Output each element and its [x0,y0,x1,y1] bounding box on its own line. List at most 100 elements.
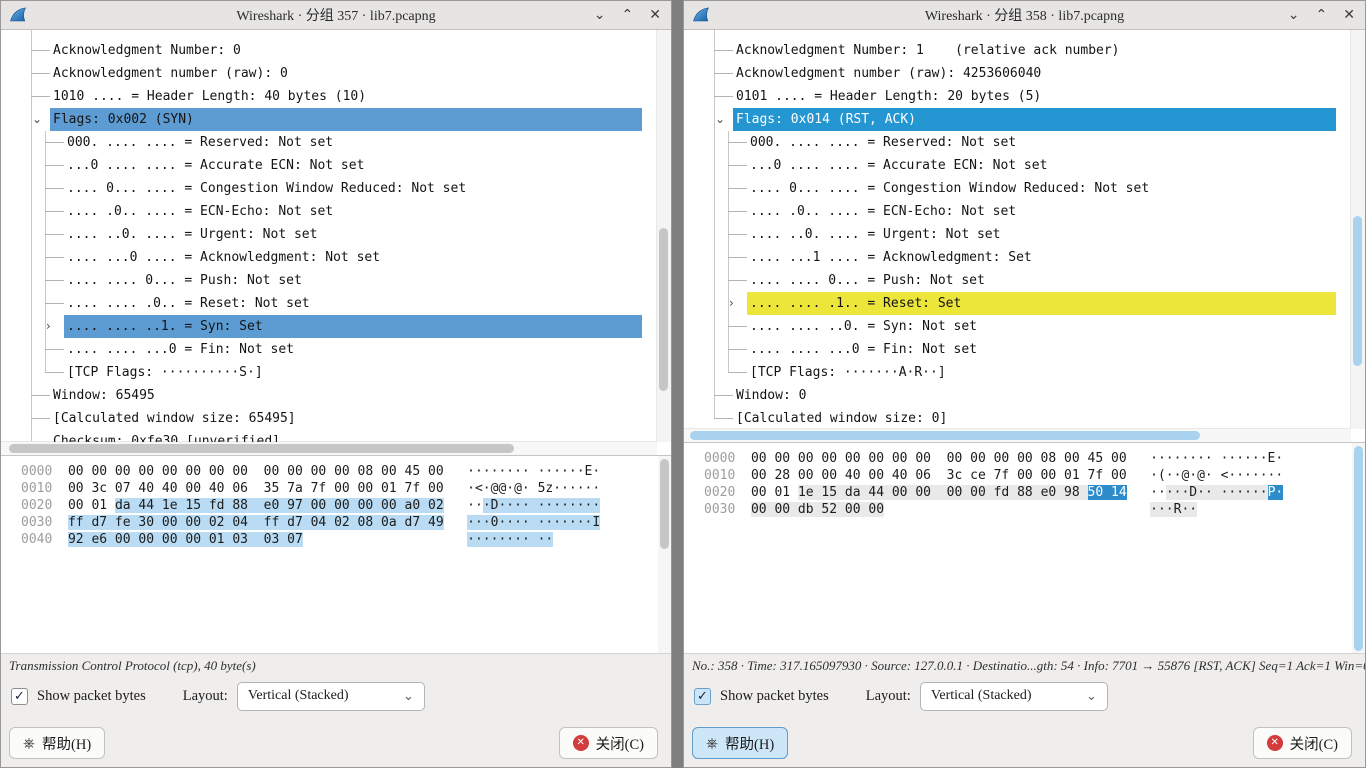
tree-row[interactable]: [TCP Flags: ·······A·R··] [684,361,1351,384]
scrollbar-thumb[interactable] [9,444,514,453]
help-icon: ⎈ [706,736,718,751]
tree-row-text: [Calculated window size: 65495] [53,411,296,426]
close-icon[interactable]: ✕ [1343,7,1355,23]
tree-row[interactable]: .... .... 0... = Push: Not set [1,269,657,292]
tree-row[interactable]: .... .0.. .... = ECN-Echo: Not set [1,200,657,223]
tree-horizontal-scrollbar[interactable] [684,428,1351,442]
hex-bytes: ···D·· ······ [1166,485,1268,500]
expander-icon[interactable]: › [729,292,734,315]
tree-row[interactable]: .... .... .0.. = Reset: Not set [1,292,657,315]
maximize-icon[interactable]: ⌃ [622,7,634,23]
tree-row[interactable]: [Calculated window size: 65495] [1,407,657,430]
layout-dropdown[interactable]: Vertical (Stacked) ⌄ [920,682,1108,711]
tree-row-text: .... .... ..0. = Syn: Not set [750,319,977,334]
expander-icon[interactable]: ⌄ [32,108,42,131]
tree-row[interactable]: .... .... ..0. = Syn: Not set [684,315,1351,338]
check-icon: ✓ [697,690,708,703]
tree-row[interactable]: 1010 .... = Header Length: 40 bytes (10) [1,85,657,108]
tree-row[interactable]: 000. .... .... = Reserved: Not set [1,131,657,154]
packet-bytes-pane[interactable]: 0000 00 00 00 00 00 00 00 00 00 00 00 00… [684,443,1365,654]
hex-row[interactable]: 0030 ff d7 fe 30 00 00 02 04 ff d7 04 02… [21,514,671,531]
show-packet-bytes-label: Show packet bytes [720,688,829,705]
tree-row[interactable]: .... ..0. .... = Urgent: Not set [1,223,657,246]
tree-row[interactable]: ›.... .... .1.. = Reset: Set [684,292,1351,315]
titlebar[interactable]: Wireshark · 分组 358 · lib7.pcapng ⌄ ⌃ ✕ [684,1,1365,30]
tree-scroll-area[interactable]: Acknowledgment Number: 0Acknowledgment n… [1,30,657,442]
tree-row-text: 000. .... .... = Reserved: Not set [67,135,333,150]
close-icon[interactable]: ✕ [649,7,661,23]
hex-vertical-scrollbar[interactable] [1352,443,1365,653]
tree-row[interactable]: Acknowledgment Number: 0 [1,39,657,62]
tree-row[interactable]: .... .0.. .... = ECN-Echo: Not set [684,200,1351,223]
minimize-icon[interactable]: ⌄ [1288,7,1300,23]
hex-bytes: ········ ·· [467,532,553,547]
scrollbar-thumb[interactable] [660,459,669,549]
tree-row[interactable]: Acknowledgment Number: 1 (relative ack n… [684,39,1351,62]
scrollbar-thumb[interactable] [1353,216,1362,366]
tree-row[interactable]: [Calculated window size: 0] [684,407,1351,429]
tree-row[interactable]: Window: 0 [684,384,1351,407]
close-button[interactable]: ✕ 关闭(C) [1253,727,1352,759]
tree-row[interactable]: .... 0... .... = Congestion Window Reduc… [684,177,1351,200]
wireshark-logo-icon [9,6,27,24]
minimize-icon[interactable]: ⌄ [594,7,606,23]
hex-offset: 0010 [21,481,52,496]
titlebar[interactable]: Wireshark · 分组 357 · lib7.pcapng ⌄ ⌃ ✕ [1,1,671,30]
wireshark-packet-window: Wireshark · 分组 358 · lib7.pcapng ⌄ ⌃ ✕ A… [683,0,1366,768]
tree-row[interactable]: .... .... ...0 = Fin: Not set [1,338,657,361]
tree-row[interactable]: .... ...1 .... = Acknowledgment: Set [684,246,1351,269]
hex-bytes: 00 28 00 00 40 00 40 06 3c ce 7f 00 00 0… [751,468,1127,483]
hex-bytes: 00 01 [68,498,115,513]
tree-row[interactable]: ...0 .... .... = Accurate ECN: Not set [684,154,1351,177]
tree-row[interactable]: .... .... ...0 = Fin: Not set [684,338,1351,361]
tree-row-text: .... .... ..1. = Syn: Set [67,319,263,334]
hex-row[interactable]: 0040 92 e6 00 00 00 00 01 03 03 07 ·····… [21,531,671,548]
tree-row[interactable]: 0101 .... = Header Length: 20 bytes (5) [684,85,1351,108]
tree-scroll-area[interactable]: Acknowledgment Number: 1 (relative ack n… [684,30,1351,429]
expander-icon[interactable]: › [46,315,51,338]
scrollbar-thumb[interactable] [1354,446,1363,651]
tree-vertical-scrollbar[interactable] [656,30,671,442]
tree-row-text: Acknowledgment number (raw): 4253606040 [736,66,1041,81]
tree-row[interactable]: › .... .... ..1. = Syn: Set [1,315,657,338]
hex-bytes [303,532,467,547]
tree-row-text: .... .... .0.. = Reset: Not set [67,296,310,311]
hex-row[interactable]: 0020 00 01 da 44 1e 15 fd 88 e0 97 00 00… [21,497,671,514]
help-button[interactable]: ⎈ 帮助(H) [9,727,105,759]
tree-row[interactable]: Window: 65495 [1,384,657,407]
close-button[interactable]: ✕ 关闭(C) [559,727,658,759]
tree-vertical-scrollbar[interactable] [1350,30,1365,429]
scrollbar-thumb[interactable] [659,228,668,391]
scrollbar-thumb[interactable] [690,431,1200,440]
show-packet-bytes-checkbox[interactable]: ✓ [11,688,28,705]
hex-row[interactable]: 0000 00 00 00 00 00 00 00 00 00 00 00 00… [21,463,671,480]
tree-row-text: [TCP Flags: ·······A·R··] [750,365,946,380]
expander-icon[interactable]: ⌄ [715,108,725,131]
hex-row[interactable]: 0030 00 00 db 52 00 00 ···R·· [704,501,1365,518]
tree-row[interactable]: ⌄Flags: 0x014 (RST, ACK) [684,108,1351,131]
tree-row[interactable]: 000. .... .... = Reserved: Not set [684,131,1351,154]
tree-row[interactable]: .... .... 0... = Push: Not set [684,269,1351,292]
hex-row[interactable]: 0000 00 00 00 00 00 00 00 00 00 00 00 00… [704,450,1365,467]
tree-row[interactable]: Acknowledgment number (raw): 4253606040 [684,62,1351,85]
hex-vertical-scrollbar[interactable] [658,456,671,653]
show-packet-bytes-checkbox[interactable]: ✓ [694,688,711,705]
help-button[interactable]: ⎈ 帮助(H) [692,727,788,759]
tree-row-text: .... .0.. .... = ECN-Echo: Not set [750,204,1016,219]
hex-offset: 0020 [704,485,735,500]
tree-row[interactable]: .... ..0. .... = Urgent: Not set [684,223,1351,246]
tree-row-text: .... ...0 .... = Acknowledgment: Not set [67,250,380,265]
tree-row[interactable]: ...0 .... .... = Accurate ECN: Not set [1,154,657,177]
tree-row[interactable]: Acknowledgment number (raw): 0 [1,62,657,85]
maximize-icon[interactable]: ⌃ [1316,7,1328,23]
packet-bytes-pane[interactable]: 0000 00 00 00 00 00 00 00 00 00 00 00 00… [1,456,671,654]
hex-row[interactable]: 0010 00 28 00 00 40 00 40 06 3c ce 7f 00… [704,467,1365,484]
tree-row[interactable]: .... 0... .... = Congestion Window Reduc… [1,177,657,200]
hex-row[interactable]: 0010 00 3c 07 40 40 00 40 06 35 7a 7f 00… [21,480,671,497]
tree-row[interactable]: .... ...0 .... = Acknowledgment: Not set [1,246,657,269]
hex-row[interactable]: 0020 00 01 1e 15 da 44 00 00 00 00 fd 88… [704,484,1365,501]
layout-dropdown[interactable]: Vertical (Stacked) ⌄ [237,682,425,711]
tree-horizontal-scrollbar[interactable] [1,441,657,455]
tree-row[interactable]: [TCP Flags: ··········S·] [1,361,657,384]
tree-row[interactable]: ⌄Flags: 0x002 (SYN) [1,108,657,131]
